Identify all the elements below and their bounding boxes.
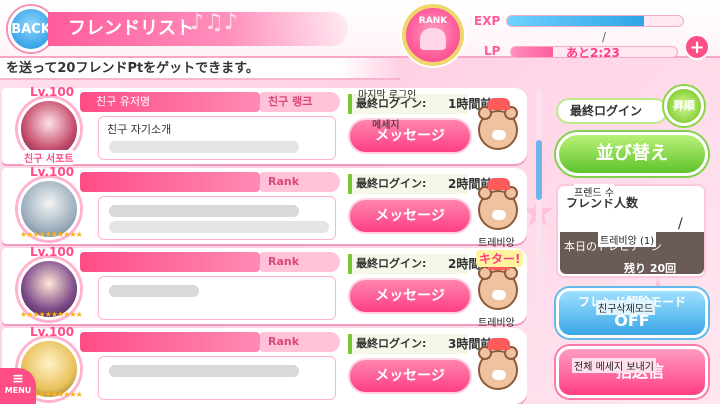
friend-rank: Rank: [260, 252, 340, 272]
friend-count-panel: フレンド人数 프렌드 수 / 本日のトレビアーン 트레비앙 (1) 残り 20回: [556, 184, 706, 278]
lp-slash: /: [602, 30, 607, 44]
scrollbar-track[interactable]: [536, 90, 542, 390]
friend-card[interactable]: Lv.100 ★★★★★★★★★★ Rank 最終ログイン: 2時間前 メッセー…: [2, 165, 527, 260]
message-button[interactable]: メッセージ: [348, 358, 472, 394]
ascending-toggle-button[interactable]: 昇順: [664, 86, 704, 126]
lp-plus-button[interactable]: +: [684, 34, 710, 60]
intro-placeholder: [109, 205, 299, 217]
lp-label: LP: [484, 44, 501, 58]
exp-label: EXP: [474, 14, 501, 28]
friend-list: Lv.100 친구 서포트 친구 유저명 친구 랭크 친구 자기소개 最終ログイ…: [0, 84, 530, 404]
friend-intro: 친구 자기소개: [98, 116, 336, 160]
intro-placeholder: [109, 141, 299, 153]
rank-label: RANK: [418, 16, 448, 26]
menu-button[interactable]: ≡ MENU: [0, 368, 36, 404]
remaining-count: 残り 20回: [624, 262, 677, 275]
friend-rank: Rank: [260, 332, 340, 352]
last-login-overlay: 마지막 로그인: [358, 90, 417, 101]
rank-badge[interactable]: RANK: [402, 4, 464, 66]
menu-icon: ≡: [12, 371, 24, 387]
level-label: Lv.100: [30, 85, 75, 99]
friend-card[interactable]: Lv.100 ★★★★★★★★★★ Rank 最終ログイン: 2時間前 メッセー…: [2, 245, 527, 340]
level-label: Lv.100: [30, 325, 75, 339]
bear-icon[interactable]: [478, 338, 518, 390]
friend-intro: [98, 276, 336, 320]
daily-trebian-overlay: 트레비앙 (1): [598, 232, 657, 247]
friend-card[interactable]: Lv.100 ★★★★★★★★★★ Rank 最終ログイン: 3時間前 メッセー…: [2, 325, 527, 404]
friend-name-bar: [80, 252, 260, 272]
level-label: Lv.100: [30, 165, 75, 179]
friend-card[interactable]: Lv.100 친구 서포트 친구 유저명 친구 랭크 친구 자기소개 最終ログイ…: [2, 85, 527, 165]
exp-bar: [506, 15, 684, 27]
message-button[interactable]: メッセージ: [348, 278, 472, 314]
friend-intro: [98, 196, 336, 240]
friend-name-bar: 친구 유저명: [80, 92, 260, 112]
sort-button[interactable]: 並び替え: [556, 132, 708, 176]
friend-count-overlay: 프렌드 수: [574, 184, 614, 199]
friend-rank: Rank: [260, 172, 340, 192]
friend-name-bar: [80, 332, 260, 352]
friend-rank: 친구 랭크: [260, 92, 340, 112]
bear-icon[interactable]: [478, 178, 518, 230]
star-rating: ★★★★★★★★★★: [20, 230, 83, 239]
sort-key-field[interactable]: 最終ログイン: [556, 98, 668, 124]
music-notes-icon: ♪♫♪: [190, 10, 238, 35]
heart-icon: [420, 28, 446, 50]
bear-icon[interactable]: [478, 98, 518, 150]
friend-count-slash: /: [678, 216, 683, 232]
new-badge: キター!: [476, 250, 524, 267]
message-button[interactable]: メッセージ: [348, 118, 472, 154]
message-button[interactable]: メッセージ: [348, 198, 472, 234]
intro-placeholder: [109, 285, 199, 297]
scrollbar-thumb[interactable]: [536, 140, 542, 200]
intro-text: 친구 자기소개: [107, 123, 172, 136]
lp-remaining-time: あと2:23: [566, 46, 620, 60]
friend-intro: [98, 356, 336, 400]
level-label: Lv.100: [30, 245, 75, 259]
intro-placeholder: [109, 365, 299, 377]
delete-mode-overlay: 친구삭제모드: [596, 300, 656, 315]
support-label: 친구 서포트: [22, 150, 76, 165]
send-all-overlay: 전체 메세지 보내기: [572, 358, 656, 373]
friend-name-bar: [80, 172, 260, 192]
intro-placeholder: [109, 221, 329, 233]
menu-label: MENU: [4, 386, 32, 395]
star-rating: ★★★★★★★★★★: [20, 310, 83, 319]
bear-icon[interactable]: [478, 258, 518, 310]
info-ticker: を送って20フレンドPtをゲットできます。: [0, 58, 400, 80]
message-overlay: 메세지: [372, 120, 400, 131]
